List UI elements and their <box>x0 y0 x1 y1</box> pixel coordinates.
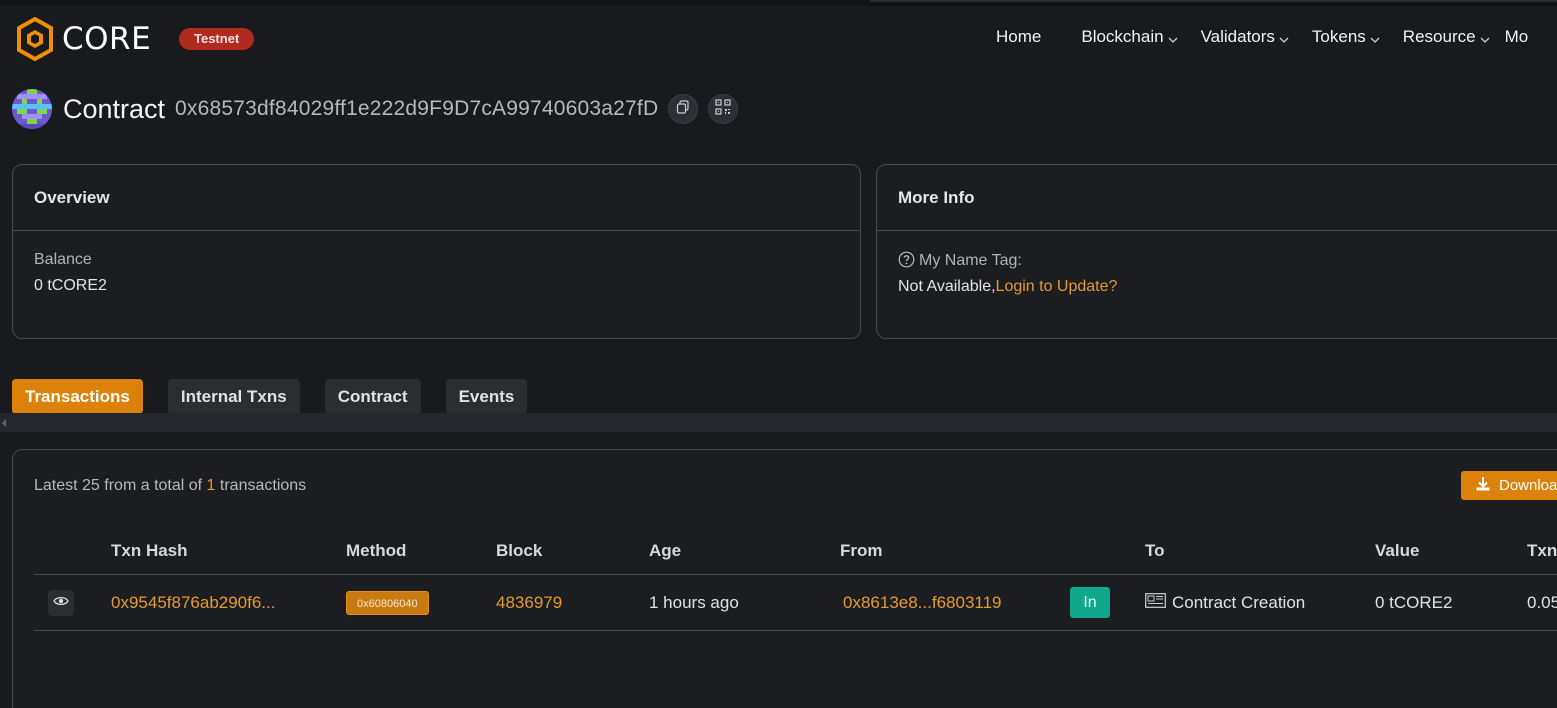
chevron-down-icon <box>1369 31 1381 43</box>
nav-more-label: Mo <box>1504 27 1529 46</box>
block-link[interactable]: 4836979 <box>496 593 562 613</box>
name-tag-value: Not Available, <box>898 278 996 295</box>
nav-tokens[interactable]: Tokens <box>1312 27 1381 47</box>
nav-more[interactable]: Mo <box>1505 27 1529 47</box>
main-nav: Home Blockchain Validators Tokens Resour… <box>996 27 1549 47</box>
name-tag-label: My Name Tag: <box>919 252 1022 269</box>
from-address-link[interactable]: 0x8613e8...f6803119 <box>843 593 1002 613</box>
tab-transactions[interactable]: Transactions <box>12 379 143 414</box>
summary-suffix: transactions <box>215 477 307 494</box>
download-label: Downloa <box>1499 477 1557 494</box>
chevron-down-icon <box>1278 31 1290 43</box>
nav-home-label: Home <box>996 27 1042 46</box>
header: CORE Testnet Home Blockchain Validators … <box>0 6 1557 70</box>
table-row-divider <box>34 630 1557 631</box>
login-to-update-link[interactable]: Login to Update? <box>996 278 1118 295</box>
balance-value: 0 tCORE2 <box>34 277 107 294</box>
core-logo-icon <box>16 17 54 61</box>
column-age: Age <box>649 541 682 560</box>
tab-events[interactable]: Events <box>445 379 528 414</box>
value-amount: 0 tCORE2 <box>1375 593 1453 612</box>
address-tabs: Transactions Internal Txns Contract Even… <box>12 379 552 414</box>
txn-fee-value: 0.05 <box>1527 593 1557 612</box>
column-txn-hash: Txn Hash <box>111 541 188 560</box>
logo[interactable]: CORE <box>16 17 151 61</box>
to-cell: Contract Creation <box>1145 593 1305 613</box>
contract-creation-icon <box>1145 593 1172 613</box>
nav-resource[interactable]: Resource <box>1403 27 1491 47</box>
transactions-summary: Latest 25 from a total of 1 transactions <box>34 477 306 495</box>
tabs-scrollbar[interactable] <box>0 413 1557 432</box>
column-block: Block <box>496 541 543 560</box>
column-from: From <box>840 541 883 560</box>
to-value: Contract Creation <box>1172 593 1306 612</box>
more-info-title: More Info <box>877 165 1557 231</box>
scroll-left-arrow-icon[interactable] <box>2 419 6 427</box>
column-txn-fee: Txn <box>1527 541 1557 560</box>
download-csv-button[interactable]: Downloa <box>1461 471 1557 500</box>
nav-home[interactable]: Home <box>996 27 1041 47</box>
copy-icon <box>676 99 690 119</box>
txn-hash-link[interactable]: 0x9545f876ab290f6... <box>111 593 275 613</box>
column-value: Value <box>1375 541 1420 560</box>
copy-address-button[interactable] <box>668 94 699 124</box>
table-header-divider <box>34 574 1557 575</box>
chevron-down-icon <box>1167 31 1179 43</box>
column-to: To <box>1145 541 1165 560</box>
column-method: Method <box>346 541 407 560</box>
nav-resource-label: Resource <box>1402 27 1476 46</box>
tab-internal-txns[interactable]: Internal Txns <box>167 379 300 414</box>
overview-card: Overview Balance 0 tCORE2 <box>12 164 861 339</box>
nav-blockchain[interactable]: Blockchain <box>1081 27 1178 47</box>
more-info-card: More Info My Name Tag: Not Available,Log… <box>876 164 1557 339</box>
transactions-panel: Latest 25 from a total of 1 transactions… <box>12 449 1557 708</box>
age-value: 1 hours ago <box>649 593 739 612</box>
contract-address: 0x68573df84029ff1e222d9F9D7cA99740603a27… <box>175 97 659 120</box>
nav-validators-label: Validators <box>1200 27 1275 46</box>
qr-code-button[interactable] <box>708 94 739 124</box>
chevron-down-icon <box>1479 31 1491 43</box>
balance-label: Balance <box>34 251 92 268</box>
qr-code-icon <box>715 98 731 120</box>
help-circle-icon[interactable] <box>898 251 915 268</box>
eye-icon <box>53 594 69 612</box>
method-badge: 0x60806040 <box>346 591 429 615</box>
network-badge: Testnet <box>179 28 255 50</box>
nav-tokens-label: Tokens <box>1311 27 1366 46</box>
preview-button[interactable] <box>48 590 74 616</box>
direction-badge: In <box>1070 587 1110 618</box>
page-title-row: Contract 0x68573df84029ff1e222d9F9D7cA99… <box>12 88 739 130</box>
nav-validators[interactable]: Validators <box>1201 27 1290 47</box>
overview-title: Overview <box>13 165 860 231</box>
nav-blockchain-label: Blockchain <box>1081 27 1164 46</box>
logo-text: CORE <box>62 21 152 57</box>
download-icon <box>1475 476 1499 496</box>
contract-avatar <box>12 89 52 129</box>
page-title: Contract <box>63 93 166 124</box>
summary-prefix: Latest 25 from a total of <box>34 477 207 494</box>
tab-contract[interactable]: Contract <box>324 379 421 414</box>
